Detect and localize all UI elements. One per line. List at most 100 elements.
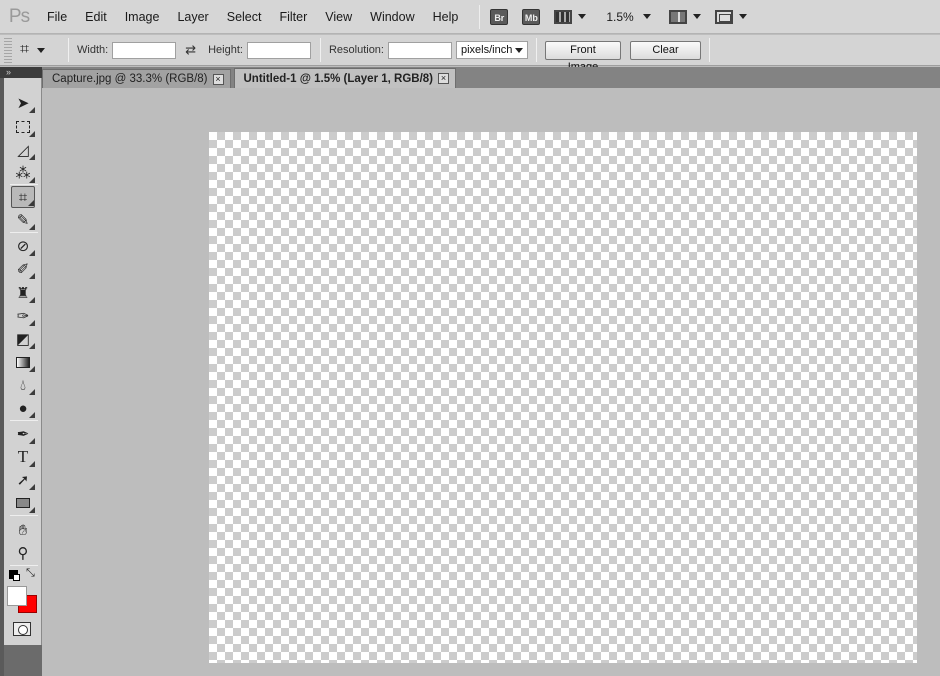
width-label: Width:: [77, 44, 109, 56]
mini-bridge-icon: Mb: [522, 8, 541, 25]
quick-mask-button[interactable]: [13, 622, 31, 636]
screen-mode-icon: [714, 9, 733, 24]
tab-label: Untitled-1 @ 1.5% (Layer 1, RGB/8): [243, 72, 434, 85]
menu-layer[interactable]: Layer: [168, 0, 217, 34]
front-image-button[interactable]: Front Image: [545, 40, 621, 73]
marquee-icon: [16, 121, 30, 133]
menu-help[interactable]: Help: [424, 0, 468, 34]
healing-brush-tool[interactable]: ⊘: [11, 235, 35, 257]
transparent-canvas[interactable]: [209, 132, 917, 663]
foreground-color-swatch[interactable]: [7, 586, 27, 606]
screen-mode-button[interactable]: [714, 9, 747, 24]
history-brush-tool[interactable]: ✑: [11, 305, 35, 327]
hand-tool[interactable]: ✋︎: [11, 519, 35, 541]
rectangle-icon: [16, 498, 30, 508]
menu-file[interactable]: File: [38, 0, 76, 34]
mini-bridge-button[interactable]: Mb: [522, 8, 541, 25]
gradient-tool[interactable]: [11, 351, 35, 373]
eyedropper-tool[interactable]: ✎: [11, 209, 35, 231]
view-extras-button[interactable]: [554, 9, 587, 24]
tab-label: Capture.jpg @ 33.3% (RGB/8): [52, 73, 208, 85]
toolbox-separator: [10, 232, 38, 233]
options-bar: ⌗ Width: ⇄ Height: Resolution: pixels/in…: [0, 35, 940, 73]
pen-tool[interactable]: ✒: [11, 423, 35, 445]
type-tool[interactable]: T: [11, 446, 35, 468]
toolbox-separator: [10, 565, 38, 566]
brush-icon: ✐: [16, 261, 30, 278]
default-colors-icon[interactable]: [9, 570, 20, 581]
chevron-down-icon: [642, 14, 651, 19]
dodge-tool[interactable]: ●: [11, 397, 35, 419]
eyedropper-icon: ✎: [16, 212, 30, 229]
photoshop-logo: Ps: [8, 5, 30, 27]
tool-preset-picker[interactable]: ⌗: [20, 41, 60, 59]
document-tab-bar: Capture.jpg @ 33.3% (RGB/8) × Untitled-1…: [42, 67, 940, 88]
lasso-tool[interactable]: ◿: [11, 139, 35, 161]
move-icon: ➤: [16, 95, 30, 112]
pen-icon: ✒: [16, 426, 30, 443]
zoom-level-dropdown[interactable]: 1.5%: [606, 10, 651, 24]
crop-tool[interactable]: ⌗: [11, 186, 35, 208]
brush-tool[interactable]: ✐: [11, 258, 35, 280]
hand-icon: ✋︎: [18, 521, 28, 539]
drop-icon: 💧︎: [19, 376, 26, 394]
marquee-tool[interactable]: [11, 116, 35, 138]
menu-select[interactable]: Select: [218, 0, 271, 34]
height-field[interactable]: [246, 41, 311, 59]
menu-view[interactable]: View: [316, 0, 361, 34]
menu-image[interactable]: Image: [116, 0, 169, 34]
options-separator: [319, 38, 321, 62]
width-field[interactable]: [112, 41, 177, 59]
rectangle-tool[interactable]: [11, 492, 35, 514]
arrange-documents-button[interactable]: [668, 9, 701, 24]
toolbox-separator: [10, 515, 38, 516]
resolution-units-select[interactable]: pixels/inch: [456, 41, 528, 59]
swap-dimensions-icon[interactable]: ⇄: [185, 42, 196, 58]
chevron-down-icon: [738, 14, 747, 19]
blur-tool[interactable]: 💧︎: [11, 374, 35, 396]
dodge-icon: ●: [18, 399, 28, 417]
toolbox-collapse-toggle[interactable]: »: [0, 67, 42, 78]
path-selection-icon: ➚: [16, 472, 30, 489]
eraser-icon: ◩: [15, 331, 31, 348]
menu-edit[interactable]: Edit: [76, 0, 116, 34]
resolution-field[interactable]: [388, 41, 452, 59]
options-separator: [68, 38, 69, 62]
options-grip[interactable]: [4, 37, 12, 63]
chevron-down-icon: [515, 47, 523, 53]
zoom-tool[interactable]: ⚲: [11, 542, 35, 564]
menu-filter[interactable]: Filter: [270, 0, 316, 34]
toolbox: ➤ ◿ ⁂ ⌗ ✎ ⊘ ✐ ♜ ✑ ◩ 💧︎ ● ✒ T ➚ ✋︎ ⚲ ⤡: [4, 78, 42, 676]
magic-wand-icon: ⁂: [15, 165, 31, 182]
close-icon[interactable]: ×: [212, 73, 224, 85]
menu-separator: [479, 4, 481, 29]
menu-window[interactable]: Window: [361, 0, 423, 34]
chevron-down-icon: [578, 14, 587, 19]
swap-colors-icon[interactable]: ⤡: [26, 567, 35, 580]
path-selection-tool[interactable]: ➚: [11, 469, 35, 491]
toolbox-separator: [10, 184, 38, 185]
height-label: Height:: [208, 44, 243, 56]
arrange-icon: [668, 9, 687, 24]
resolution-label: Resolution:: [328, 44, 384, 56]
chevron-down-icon: [692, 14, 701, 19]
bridge-icon: Br: [490, 8, 509, 25]
crop-icon: ⌗: [20, 41, 30, 58]
history-brush-icon: ✑: [16, 308, 30, 325]
gradient-icon: [16, 356, 30, 368]
type-icon: T: [17, 447, 29, 466]
quick-selection-tool[interactable]: ⁂: [11, 162, 35, 184]
tab-capture[interactable]: Capture.jpg @ 33.3% (RGB/8) ×: [42, 69, 231, 88]
eraser-tool[interactable]: ◩: [11, 328, 35, 350]
bridge-button[interactable]: Br: [490, 8, 509, 25]
clear-button[interactable]: Clear: [630, 40, 701, 60]
crop-icon: ⌗: [18, 188, 28, 206]
film-strip-icon: [554, 9, 573, 24]
lasso-icon: ◿: [17, 142, 29, 159]
move-tool[interactable]: ➤: [11, 92, 35, 114]
close-icon[interactable]: ×: [438, 73, 450, 84]
tab-untitled-1[interactable]: Untitled-1 @ 1.5% (Layer 1, RGB/8) ×: [233, 68, 457, 88]
clone-stamp-tool[interactable]: ♜: [11, 282, 35, 304]
menu-bar: Ps File Edit Image Layer Select Filter V…: [0, 0, 940, 34]
document-workspace: [42, 88, 940, 676]
